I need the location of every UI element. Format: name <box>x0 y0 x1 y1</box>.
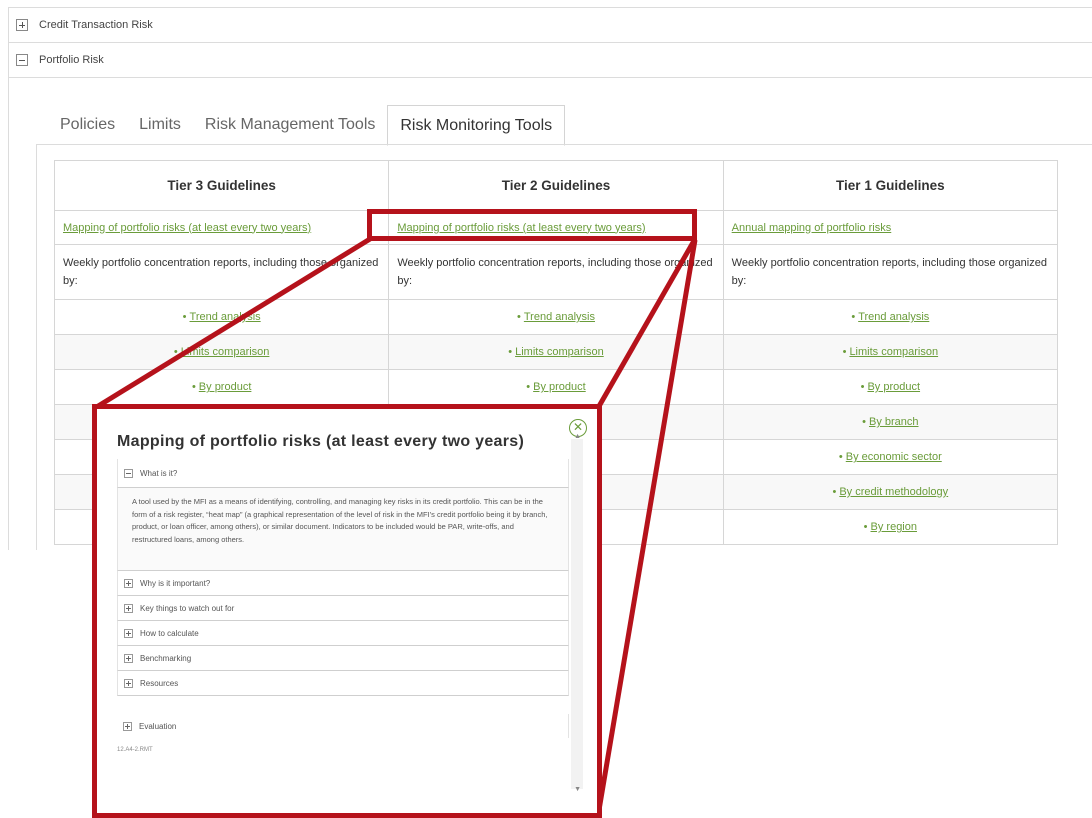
table-cell: • Limits comparison <box>722 334 1059 370</box>
table-cell: Weekly portfolio concentration reports, … <box>722 244 1059 300</box>
table-cell: • By credit methodology <box>722 474 1059 510</box>
section-benchmarking[interactable]: Benchmarking <box>117 646 569 671</box>
section-label: Resources <box>140 678 179 688</box>
table-cell: Mapping of portfolio risks (at least eve… <box>53 210 390 245</box>
plus-icon <box>124 653 133 663</box>
tab-bar: Policies Limits Risk Management Tools Ri… <box>48 105 566 146</box>
table-row: • Trend analysis • Trend analysis • Trend a… <box>53 299 1059 335</box>
scroll-down-icon[interactable]: ▼ <box>574 786 581 793</box>
tab-body-border <box>36 144 37 554</box>
bullet-link[interactable]: By product <box>867 381 920 393</box>
tab-divider <box>36 144 1092 145</box>
header-tier-2: Tier 2 Guidelines <box>388 160 724 211</box>
table-row: • Limits comparison • Limits comparison • L… <box>53 334 1059 370</box>
table-cell: • By product <box>53 369 390 405</box>
table-cell: • By branch <box>722 404 1059 440</box>
plus-icon <box>124 678 133 688</box>
section-evaluation[interactable]: Evaluation <box>117 714 569 738</box>
bullet-link[interactable]: By product <box>199 381 252 393</box>
section-label: What is it? <box>140 468 178 478</box>
modal-title: Mapping of portfolio risks (at least eve… <box>117 433 525 450</box>
table-cell: • By product <box>722 369 1059 405</box>
bullet-link[interactable]: By credit methodology <box>839 486 948 498</box>
section-label: Key things to watch out for <box>140 603 235 613</box>
table-row: • By product • By product • By product <box>53 369 1059 405</box>
section-list: What is it? A tool used by the MFI as a … <box>117 459 569 696</box>
section-resources[interactable]: Resources <box>117 671 569 696</box>
bullet-link[interactable]: Trend analysis <box>858 311 929 323</box>
table-cell: • Limits comparison <box>388 334 724 370</box>
plus-icon <box>124 628 133 638</box>
plus-icon <box>124 603 133 613</box>
section-label: How to calculate <box>140 628 199 638</box>
tab-risk-monitoring-tools[interactable]: Risk Monitoring Tools <box>387 105 566 146</box>
table-cell: • Trend analysis <box>53 299 390 335</box>
section-label: Benchmarking <box>140 653 192 663</box>
accordion-label: Credit Transaction Risk <box>39 19 153 31</box>
section-description: A tool used by the MFI as a means of ide… <box>117 488 569 571</box>
section-label: Evaluation <box>139 721 177 731</box>
bullet-link[interactable]: Trend analysis <box>190 311 261 323</box>
minus-icon <box>124 468 133 478</box>
section-key-things[interactable]: Key things to watch out for <box>117 596 569 621</box>
table-cell: • By region <box>722 509 1059 545</box>
item-code: 12.A4-2.RMT <box>117 747 153 753</box>
section-why-important[interactable]: Why is it important? <box>117 571 569 596</box>
tab-limits[interactable]: Limits <box>127 105 193 145</box>
bullet-link[interactable]: By economic sector <box>846 451 942 463</box>
plus-icon <box>123 721 132 731</box>
mapping-link[interactable]: Annual mapping of portfolio risks <box>732 222 892 234</box>
table-cell: Annual mapping of portfolio risks <box>722 210 1059 245</box>
bullet-link[interactable]: Limits comparison <box>181 346 270 358</box>
modal-scrollbar[interactable] <box>571 439 583 789</box>
bullet-link[interactable]: Trend analysis <box>524 311 595 323</box>
table-row: Weekly portfolio concentration reports, … <box>53 244 1059 300</box>
table-cell: Weekly portfolio concentration reports, … <box>388 244 724 300</box>
accordion-credit-transaction-risk[interactable]: Credit Transaction Risk <box>8 7 1092 43</box>
tab-policies[interactable]: Policies <box>48 105 127 145</box>
table-cell: • By product <box>388 369 724 405</box>
bullet-link[interactable]: By region <box>871 521 917 533</box>
detail-modal: Mapping of portfolio risks (at least eve… <box>92 404 602 818</box>
plus-icon <box>124 578 133 588</box>
bullet-link[interactable]: By branch <box>869 416 919 428</box>
bullet-link[interactable]: Limits comparison <box>849 346 938 358</box>
header-tier-3: Tier 3 Guidelines <box>53 160 390 211</box>
mapping-link[interactable]: Mapping of portfolio risks (at least eve… <box>63 222 311 234</box>
bullet-link[interactable]: Limits comparison <box>515 346 604 358</box>
table-cell: • Trend analysis <box>722 299 1059 335</box>
table-cell: Weekly portfolio concentration reports, … <box>53 244 390 300</box>
section-what-is-it[interactable]: What is it? <box>117 459 569 488</box>
accordion-label: Portfolio Risk <box>39 54 104 66</box>
section-how-to-calculate[interactable]: How to calculate <box>117 621 569 646</box>
plus-icon <box>16 19 28 31</box>
table-cell: • Trend analysis <box>388 299 724 335</box>
section-label: Why is it important? <box>140 578 211 588</box>
table-cell: • By economic sector <box>722 439 1059 475</box>
minus-icon <box>16 54 28 66</box>
table-cell: • Limits comparison <box>53 334 390 370</box>
tab-risk-management-tools[interactable]: Risk Management Tools <box>193 105 387 145</box>
accordion-portfolio-risk[interactable]: Portfolio Risk <box>8 42 1092 78</box>
bullet-link[interactable]: By product <box>533 381 586 393</box>
header-tier-1: Tier 1 Guidelines <box>722 160 1059 211</box>
callout-highlight-box <box>367 209 697 241</box>
scroll-up-icon[interactable]: ▲ <box>574 433 581 440</box>
